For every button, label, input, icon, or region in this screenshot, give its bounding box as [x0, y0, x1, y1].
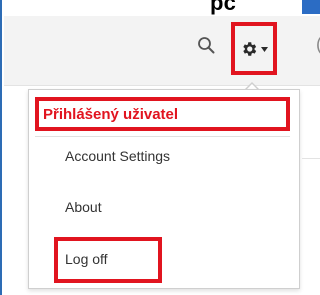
cropped-heading: pc: [210, 0, 237, 15]
search-icon[interactable]: [197, 36, 215, 54]
background-rule: [302, 158, 320, 159]
chevron-down-icon: [261, 47, 268, 52]
screenshot-frame: pc ( Přihlášený uživatel Account Setting…: [0, 0, 320, 295]
settings-menu-button[interactable]: [231, 22, 277, 75]
cropped-edge-glyph: (: [316, 34, 320, 55]
blue-corner-box: [302, 0, 320, 14]
log-off-link[interactable]: Log off: [65, 251, 108, 267]
signed-in-user-item: Přihlášený uživatel: [35, 97, 290, 131]
dropdown-divider: [35, 136, 290, 137]
about-link[interactable]: About: [65, 199, 102, 215]
top-strip: [4, 0, 320, 16]
gear-icon: [243, 41, 257, 56]
account-settings-link[interactable]: Account Settings: [65, 148, 170, 164]
signed-in-user-label: Přihlášený uživatel: [43, 105, 179, 123]
